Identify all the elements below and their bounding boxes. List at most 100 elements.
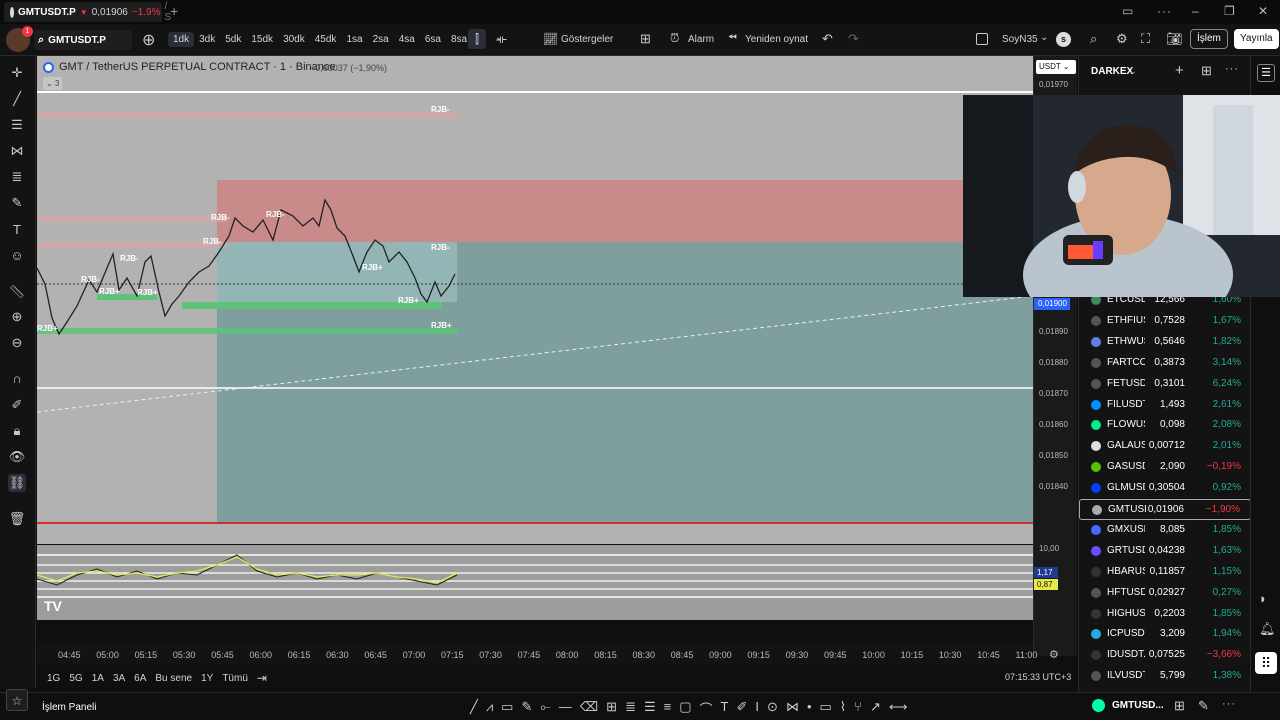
watchlist-row[interactable]: ILVUSDT 5,799 1,38% xyxy=(1079,666,1251,687)
ruler-icon[interactable]: 📏︎ xyxy=(8,283,26,301)
h-line-icon[interactable]: ― xyxy=(559,699,572,718)
watchlist-row[interactable]: IDUSDT.P0,07525 −3,66% xyxy=(1079,645,1251,666)
trading-panel-tab[interactable]: İşlem Paneli xyxy=(42,702,96,713)
collapse-legend-button[interactable]: ⌄ 3 xyxy=(43,77,63,90)
dot-icon[interactable]: • xyxy=(807,699,812,718)
range-3a[interactable]: 3A xyxy=(113,673,125,684)
clock[interactable]: 07:15:33 UTC+3 xyxy=(1005,672,1071,682)
legend-title[interactable]: GMT / TetherUS PERPETUAL CONTRACT · 1 · … xyxy=(59,61,336,73)
range-tümü[interactable]: Tümü xyxy=(222,673,248,684)
brush-icon[interactable]: ✎ xyxy=(8,194,26,212)
fork-icon[interactable]: ⑂ xyxy=(854,699,862,718)
watchlist-row[interactable]: GRTUSDT0,04238 1,63% xyxy=(1079,541,1251,562)
watchlist-row[interactable]: FILUSDT 1,493 2,61% xyxy=(1079,395,1251,416)
redo-icon[interactable]: ↷ xyxy=(848,31,859,47)
target-icon[interactable]: ⊙ xyxy=(767,699,778,718)
watchlist-row[interactable]: HBARUSDT 0,11857 1,15% xyxy=(1079,562,1251,583)
indicators-button[interactable]: Göstergeler xyxy=(556,34,618,45)
fullscreen-icon[interactable]: ⛶ xyxy=(1141,31,1150,47)
table-view-icon[interactable]: ⊞ xyxy=(1201,63,1212,79)
add-symbol-icon[interactable]: + xyxy=(1175,62,1184,79)
publish-button[interactable]: Yayınla xyxy=(1234,29,1279,49)
maximize-icon[interactable]: ❐ xyxy=(1224,4,1235,18)
grid-view-icon[interactable]: ⊞ xyxy=(1174,698,1185,714)
more-icon[interactable]: ··· xyxy=(1222,698,1236,710)
watchlist-row[interactable]: FLOWUSDT 0,098 2,08% xyxy=(1079,415,1251,436)
brush-tool-icon[interactable]: ✎ xyxy=(521,699,532,718)
watchlist-row[interactable]: GLMUSDT0,30504 0,92% xyxy=(1079,478,1251,499)
notification-bell-icon[interactable]: 🔔︎ xyxy=(1259,621,1276,637)
eraser-icon[interactable]: ⌫ xyxy=(580,699,598,718)
star-icon[interactable]: ☆ xyxy=(6,689,28,711)
magnet-icon[interactable]: ∩ xyxy=(8,370,26,388)
close-icon[interactable]: ✕ xyxy=(1258,4,1268,18)
replay-button[interactable]: Yeniden oynat xyxy=(740,34,813,45)
chevron-down-icon[interactable]: ⌄ xyxy=(1129,66,1137,77)
settings-gear-icon[interactable]: ⚙ xyxy=(1116,31,1128,47)
date-range-icon[interactable]: ⇥ xyxy=(257,671,267,685)
layout-checkbox-icon[interactable] xyxy=(976,33,988,45)
grid-icon[interactable]: ⊞ xyxy=(606,699,617,718)
interval-2sa[interactable]: 2sa xyxy=(368,32,394,47)
interval-6sa[interactable]: 6sa xyxy=(420,32,446,47)
zoom-in-icon[interactable]: ⊕ xyxy=(8,308,26,326)
horizontal-lines-icon[interactable]: ☰ xyxy=(8,116,26,134)
range-bu-sene[interactable]: Bu sene xyxy=(155,673,192,684)
crosshair-icon[interactable]: ✛ xyxy=(8,64,26,82)
broadcast-icon[interactable]: ◗ xyxy=(1259,591,1267,606)
interval-1dk[interactable]: 1dk xyxy=(168,32,195,47)
range-6a[interactable]: 6A xyxy=(134,673,146,684)
zoom-out-icon[interactable]: ⊖ xyxy=(8,334,26,352)
interval-45dk[interactable]: 45dk xyxy=(310,32,342,47)
watchlist-row[interactable]: FETUSDT 0,3101 6,24% xyxy=(1079,374,1251,395)
avatar[interactable]: 1 xyxy=(6,26,33,52)
chevron-down-icon[interactable]: ⌄ xyxy=(1040,32,1048,43)
link-icon[interactable]: ⛓ xyxy=(8,474,26,492)
range-1g[interactable]: 1G xyxy=(47,673,60,684)
more-dots-icon[interactable]: ··· xyxy=(1225,63,1239,75)
interval-15dk[interactable]: 15dk xyxy=(246,32,278,47)
watchlist-row[interactable]: ETHFIUSDT 0,7528 1,67% xyxy=(1079,311,1251,332)
interval-30dk[interactable]: 30dk xyxy=(278,32,310,47)
axis-settings-icon[interactable]: ⚙ xyxy=(1049,648,1059,661)
fib-channel-icon[interactable]: ≣ xyxy=(625,699,636,718)
watchlist-icon[interactable]: ☰ xyxy=(1257,64,1275,82)
watchlist-row[interactable]: ICPUSDT 3,209 1,94% xyxy=(1079,624,1251,645)
quick-search-icon[interactable]: ⌕ xyxy=(1090,31,1097,47)
rectangle-icon[interactable]: ▢ xyxy=(679,699,691,718)
symbol-search[interactable]: ⌕ GMTUSDT.P xyxy=(34,30,132,50)
watchlist-row[interactable]: GMTUSDT0,01906 −1,90% xyxy=(1079,499,1251,520)
watchlist-row[interactable]: GASUSDT 2,090 −0,19% xyxy=(1079,457,1251,478)
interval-1sa[interactable]: 1sa xyxy=(341,32,367,47)
gann-icon[interactable]: ≡ xyxy=(664,699,672,718)
eye-icon[interactable]: 👁︎ xyxy=(8,448,26,466)
layout-grid-icon[interactable]: ⊞ xyxy=(640,31,651,47)
fib-icon[interactable]: ≣ xyxy=(8,168,26,186)
alarm-button[interactable]: Alarm xyxy=(683,34,719,45)
currency-select[interactable]: USDT ⌄ xyxy=(1036,60,1076,74)
cursor-text-icon[interactable]: I xyxy=(755,699,759,718)
interval-4sa[interactable]: 4sa xyxy=(394,32,420,47)
watchlist-row[interactable]: GMXUSDT 8,085 1,85% xyxy=(1079,520,1251,541)
watchlist-row[interactable]: ETHWUSDT 0,5646 1,82% xyxy=(1079,332,1251,353)
horizontal-ray-icon[interactable]: ⟜ xyxy=(540,699,550,718)
add-symbol-icon[interactable]: ⊕ xyxy=(142,30,155,50)
line-tool-icon[interactable]: ╱ xyxy=(470,699,478,718)
range-1a[interactable]: 1A xyxy=(92,673,104,684)
curve-icon[interactable]: ⌒ xyxy=(700,699,713,718)
range-5g[interactable]: 5G xyxy=(69,673,82,684)
emoji-icon[interactable]: ☺ xyxy=(8,247,26,265)
stay-drawing-icon[interactable]: ✐ xyxy=(8,396,26,414)
callout-icon[interactable]: ▭ xyxy=(501,699,513,718)
oscillator-pane[interactable] xyxy=(37,545,1033,620)
text-tool-icon[interactable]: T xyxy=(8,221,26,239)
signal-icon[interactable]: ⌇ xyxy=(840,699,846,718)
watchlist-row[interactable]: FARTCOINUSDT 0,3873 3,14% xyxy=(1079,353,1251,374)
new-tab-icon[interactable]: + xyxy=(170,3,178,19)
range-1y[interactable]: 1Y xyxy=(201,673,213,684)
pitchfork-icon[interactable]: ⋈ xyxy=(8,142,26,160)
main-chart[interactable]: GMT / TetherUS PERPETUAL CONTRACT · 1 · … xyxy=(37,56,1033,544)
undo-icon[interactable]: ↶ xyxy=(822,31,833,47)
interval-3dk[interactable]: 3dk xyxy=(194,32,220,47)
minimize-icon[interactable]: – xyxy=(1192,4,1199,18)
